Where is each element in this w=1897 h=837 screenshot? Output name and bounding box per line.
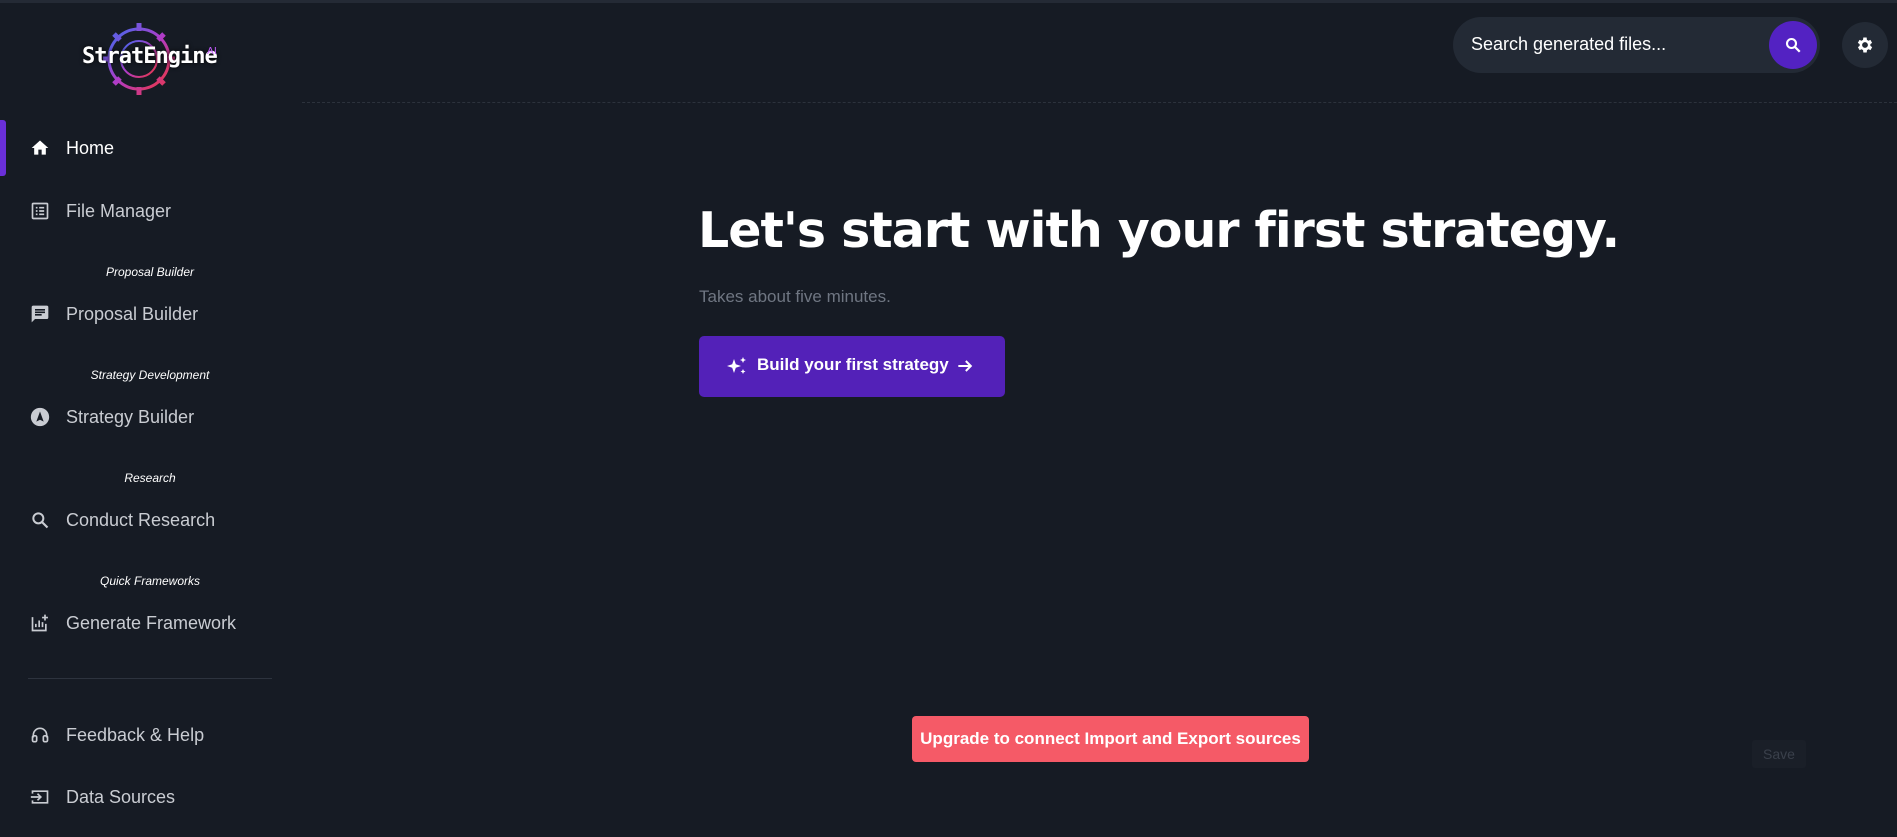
logo-text: StratEngine (82, 44, 218, 69)
sidebar: StratEngine AI Home File Manager Proposa… (0, 0, 300, 837)
section-label-research: Research (124, 471, 176, 485)
compass-icon (29, 406, 51, 428)
sidebar-item-file-manager[interactable]: File Manager (0, 188, 290, 234)
sidebar-item-strategy-builder[interactable]: Strategy Builder (0, 394, 290, 440)
sidebar-divider (28, 678, 272, 679)
list-icon (29, 200, 51, 222)
input-icon (29, 786, 51, 808)
search-icon (29, 509, 51, 531)
section-label-strategy: Strategy Development (90, 368, 210, 382)
arrow-right-icon (958, 360, 973, 372)
section-label-frameworks: Quick Frameworks (99, 574, 200, 588)
search-input[interactable]: Search generated files... (1471, 34, 1666, 55)
logo-superscript: AI (207, 46, 217, 57)
search-button[interactable] (1769, 21, 1817, 69)
page-subtitle: Takes about five minutes. (699, 287, 891, 306)
chat-icon (29, 303, 51, 325)
sidebar-item-home[interactable]: Home (0, 125, 290, 171)
sidebar-item-label: Data Sources (66, 786, 176, 807)
sidebar-item-label: File Manager (66, 200, 172, 221)
page-title: Let's start with your first strategy. (698, 202, 1620, 259)
header-divider (302, 102, 1897, 103)
sidebar-item-label: Proposal Builder (66, 303, 199, 324)
settings-button[interactable] (1842, 22, 1888, 68)
sparkle-icon (727, 357, 746, 374)
build-strategy-label: Build your first strategy (757, 355, 949, 374)
sidebar-item-label: Conduct Research (66, 509, 216, 530)
sidebar-item-proposal-builder[interactable]: Proposal Builder (0, 291, 290, 337)
sidebar-item-conduct-research[interactable]: Conduct Research (0, 497, 290, 543)
section-label-proposal: Proposal Builder (105, 265, 195, 279)
sidebar-item-data-sources[interactable]: Data Sources (0, 774, 290, 820)
sidebar-item-label: Generate Framework (66, 612, 237, 633)
build-strategy-button[interactable]: Build your first strategy (699, 336, 1005, 397)
sidebar-item-label: Feedback & Help (66, 724, 205, 745)
headset-icon (29, 724, 51, 746)
home-icon (29, 137, 51, 159)
chart-add-icon (29, 612, 51, 634)
sidebar-item-generate-framework[interactable]: Generate Framework (0, 600, 290, 646)
gear-icon (1857, 37, 1873, 53)
search-bar[interactable]: Search generated files... (1453, 17, 1820, 73)
search-icon (1785, 37, 1801, 53)
save-button[interactable]: Save (1752, 740, 1806, 768)
sidebar-item-feedback-help[interactable]: Feedback & Help (0, 712, 290, 758)
sidebar-item-label: Home (66, 137, 115, 158)
app-logo[interactable]: StratEngine AI (72, 18, 222, 100)
sidebar-item-label: Strategy Builder (66, 406, 195, 427)
upgrade-button[interactable]: Upgrade to connect Import and Export sou… (912, 716, 1309, 762)
